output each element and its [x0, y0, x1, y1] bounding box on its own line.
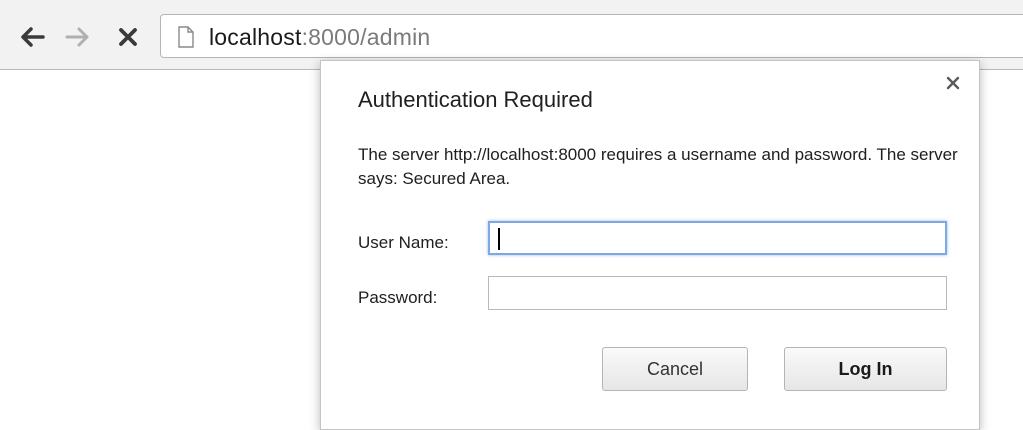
page-document-icon [178, 26, 194, 48]
login-button[interactable]: Log In [784, 347, 947, 391]
username-label: User Name: [358, 233, 449, 252]
close-icon [946, 76, 960, 90]
username-input[interactable] [488, 221, 947, 255]
password-input[interactable] [488, 276, 947, 310]
arrow-left-icon [21, 27, 45, 47]
url-path: :8000/admin [301, 24, 431, 50]
cancel-button[interactable]: Cancel [602, 347, 748, 391]
stop-button[interactable] [114, 22, 142, 52]
password-label: Password: [358, 288, 438, 307]
auth-dialog: Authentication Required The server http:… [320, 60, 980, 430]
back-button[interactable] [18, 22, 46, 52]
address-bar[interactable]: localhost:8000/admin [160, 14, 1023, 58]
dialog-message: The server http://localhost:8000 require… [358, 145, 958, 188]
url-text: localhost:8000/admin [209, 24, 430, 50]
forward-button[interactable] [64, 22, 92, 52]
url-host: localhost [209, 24, 302, 50]
arrow-right-icon [65, 27, 89, 47]
text-caret [498, 228, 500, 250]
close-button[interactable] [945, 75, 961, 91]
dialog-title: Authentication Required [358, 87, 593, 112]
stop-x-icon [119, 28, 137, 46]
